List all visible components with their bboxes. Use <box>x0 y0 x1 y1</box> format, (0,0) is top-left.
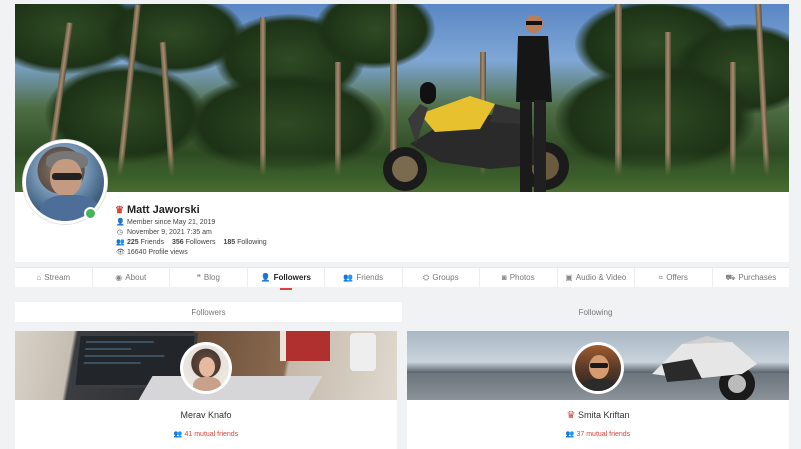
following-stat[interactable]: 185 Following <box>223 239 266 246</box>
profile-views: 👁 16640 Profile views <box>116 248 188 257</box>
online-status-dot <box>84 207 97 220</box>
follower-avatar[interactable] <box>572 342 624 394</box>
mutual-friends[interactable]: 👥 41 mutual friends <box>15 430 397 438</box>
home-icon: ⌂ <box>36 273 42 282</box>
tab-followers[interactable]: 👤 Followers <box>248 268 325 287</box>
subtab-followers[interactable]: Followers <box>15 302 402 322</box>
follower-name[interactable]: ♛ Smita Kriftan <box>407 410 789 421</box>
tab-audio-video[interactable]: ▣ Audio & Video <box>558 268 635 287</box>
tab-friends[interactable]: 👥 Friends <box>325 268 403 287</box>
quote-icon: ❝ <box>196 273 201 282</box>
profile-stats: 👥 225 Friends 356 Followers 185 Followin… <box>116 238 267 247</box>
crown-icon: ♛ <box>566 410 576 421</box>
follower-card[interactable]: Merav Knafo 👥 41 mutual friends <box>15 331 397 449</box>
crown-icon: ♛ <box>115 204 124 216</box>
clock-icon: ◷ <box>116 229 124 236</box>
tab-stream[interactable]: ⌂ Stream <box>15 268 93 287</box>
member-since: 👤 Member since May 21, 2019 <box>116 218 216 227</box>
users-icon: 👥 <box>565 431 575 438</box>
groups-icon: ⛭ <box>422 272 430 282</box>
tab-offers[interactable]: ⌗ Offers <box>635 268 713 287</box>
tab-purchases[interactable]: ⛟ Purchases <box>713 268 790 287</box>
follower-card[interactable]: ♛ Smita Kriftan 👥 37 mutual friends <box>407 331 789 449</box>
mutual-friends[interactable]: 👥 37 mutual friends <box>407 430 789 438</box>
rider-image <box>516 15 552 192</box>
users-icon: 👥 <box>173 431 183 438</box>
cart-icon: ⛟ <box>725 272 736 282</box>
video-icon: ▣ <box>565 273 573 282</box>
profile-name: ♛ Matt Jaworski <box>115 204 200 216</box>
users-icon: 👥 <box>116 239 125 246</box>
follower-name[interactable]: Merav Knafo <box>15 410 397 420</box>
tab-about[interactable]: ◉ About <box>93 268 170 287</box>
eye-icon: 👁 <box>116 249 125 256</box>
camera-icon: ◙ <box>501 273 507 282</box>
followers-stat[interactable]: 356 Followers <box>172 239 216 246</box>
user-check-icon: 👤 <box>260 273 271 282</box>
user-circle-icon: ◉ <box>115 273 123 282</box>
tab-groups[interactable]: ⛭ Groups <box>403 268 480 287</box>
tab-photos[interactable]: ◙ Photos <box>480 268 558 287</box>
friends-stat[interactable]: 225 Friends <box>127 239 164 246</box>
follower-avatar[interactable] <box>180 342 232 394</box>
users-icon: 👥 <box>343 273 354 282</box>
profile-tabs: ⌂ Stream ◉ About ❝ Blog 👤 Followers 👥 Friends… <box>15 267 789 287</box>
cover-photo <box>15 4 789 192</box>
tag-icon: ⌗ <box>658 272 664 282</box>
subtab-following[interactable]: Following <box>402 302 789 322</box>
last-seen: ◷ November 9, 2021 7:35 am <box>116 228 212 237</box>
user-plus-icon: 👤 <box>116 219 125 226</box>
profile-page: ♛ Matt Jaworski 👤 Member since May 21, 2… <box>0 0 801 449</box>
tab-blog[interactable]: ❝ Blog <box>170 268 248 287</box>
